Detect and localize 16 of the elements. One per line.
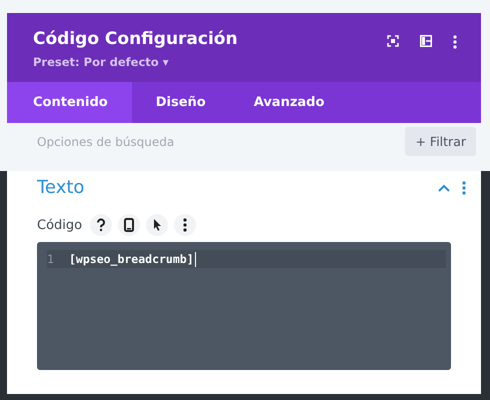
more-icon[interactable] xyxy=(453,35,457,49)
preset-dropdown[interactable]: Preset: Por defecto ▾ xyxy=(33,55,168,69)
tab[interactable]: Contenido xyxy=(7,82,132,123)
filter-button[interactable]: + Filtrar xyxy=(405,127,476,156)
code-editor[interactable]: 1 [wpseo_breadcrumb] xyxy=(37,242,451,370)
focus-icon[interactable] xyxy=(387,35,399,47)
layout-icon[interactable] xyxy=(420,35,432,47)
tab[interactable]: Avanzado xyxy=(230,82,348,123)
chevron-icon[interactable] xyxy=(438,184,450,192)
code-line: [wpseo_breadcrumb] xyxy=(69,252,194,266)
text-cursor xyxy=(194,252,196,266)
field-label: Código xyxy=(37,218,82,232)
line-number: 1 xyxy=(47,252,55,266)
panel-title: Código Configuración xyxy=(33,29,238,49)
tab[interactable]: Diseño xyxy=(132,82,230,123)
section-title[interactable]: Texto xyxy=(37,177,84,198)
